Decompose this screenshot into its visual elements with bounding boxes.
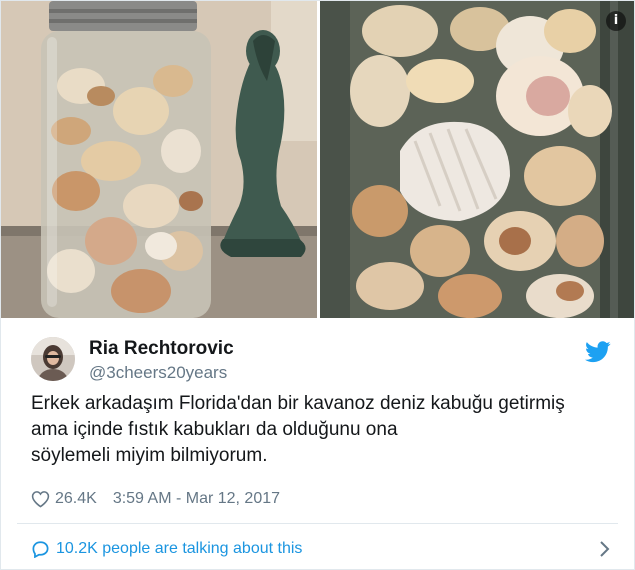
tweet-timestamp[interactable]: 3:59 AM - Mar 12, 2017 [113,490,280,508]
speech-bubble-icon [32,541,49,558]
tweet-meta: 26.4K 3:59 AM - Mar 12, 2017 [31,488,280,510]
tweet-author: Ria Rechtorovic @3cheers20years [31,335,611,385]
conversation-link[interactable]: 10.2K people are talking about this [31,537,611,561]
avatar[interactable] [31,337,75,381]
tweet-media: i [1,1,634,318]
info-icon[interactable]: i [606,11,626,31]
author-name[interactable]: Ria Rechtorovic [89,338,234,360]
chevron-right-icon[interactable] [599,540,611,558]
heart-icon[interactable] [31,490,50,508]
tweet-card: i Ria Rechtorovic @3cheers20years Erkek … [0,0,635,570]
conversation-label: 10.2K people are talking about this [56,540,303,557]
photo-jar-with-mermaid[interactable] [1,1,317,318]
tweet-text: Erkek arkadaşım Florida'dan bir kavanoz … [31,393,565,467]
twitter-bird-icon[interactable] [585,341,611,363]
author-handle[interactable]: @3cheers20years [89,363,227,383]
like-count[interactable]: 26.4K [55,490,97,508]
photo-jar-closeup[interactable]: i [320,1,634,318]
divider [17,523,618,524]
